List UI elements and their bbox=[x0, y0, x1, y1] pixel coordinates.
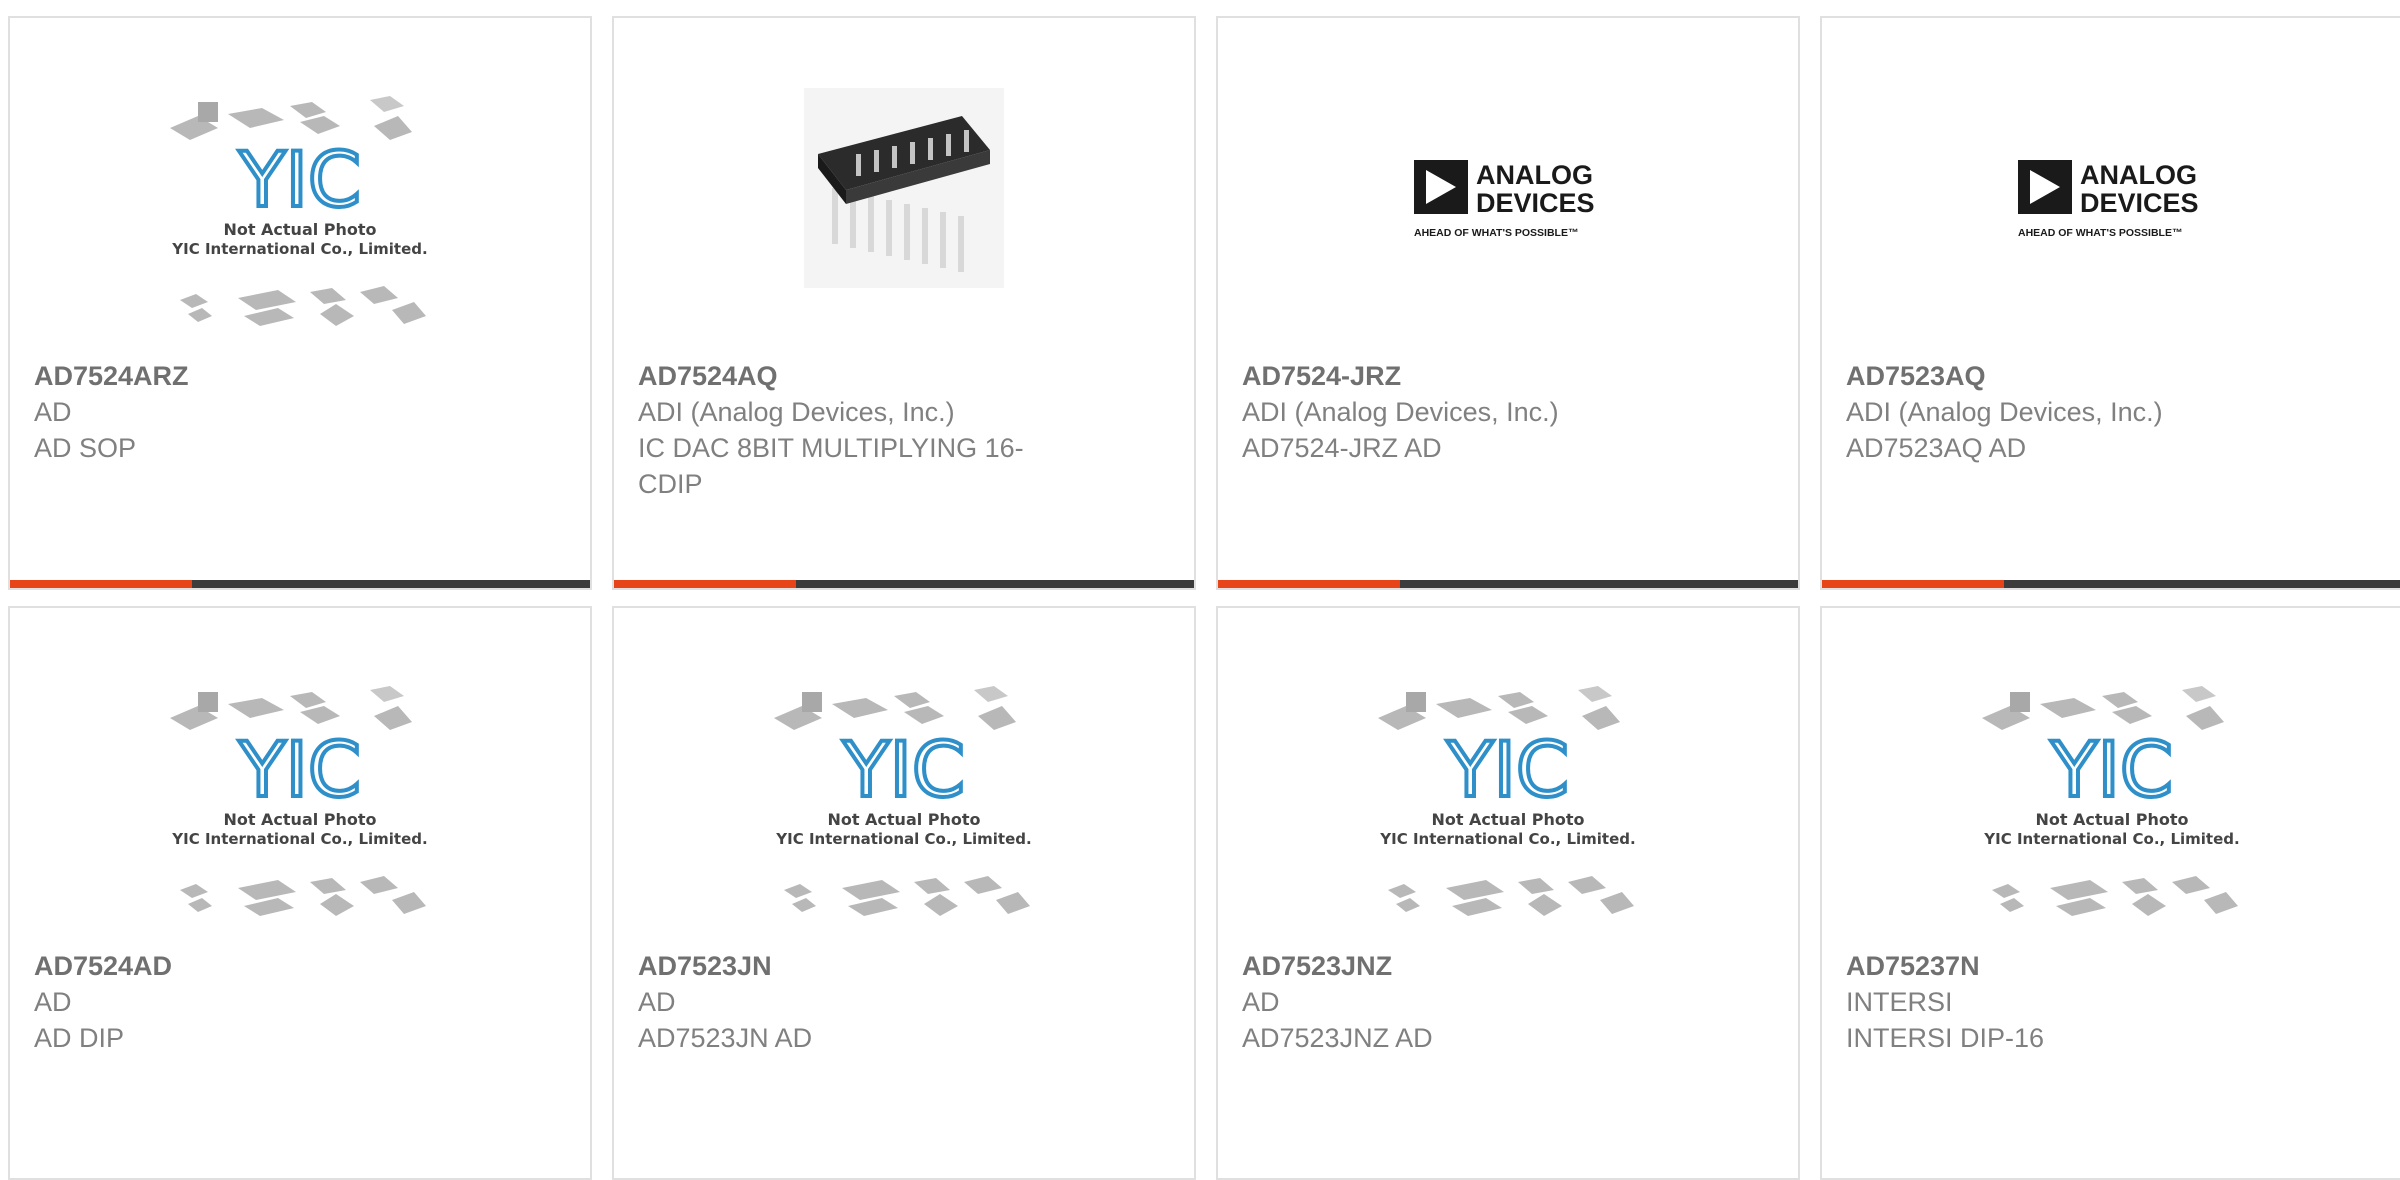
description: AD7523AQ AD bbox=[1846, 433, 2027, 463]
yic-placeholder-image: YIC Not Actual Photo YIC International C… bbox=[1982, 686, 2240, 916]
yic-placeholder-image: YIC Not Actual Photo YIC International C… bbox=[170, 686, 428, 916]
placeholder-line1: Not Actual Photo bbox=[223, 810, 376, 829]
product-image: YIC Not Actual Photo YIC International C… bbox=[10, 678, 590, 918]
card-bar bbox=[614, 580, 1194, 588]
description: AD7523JN AD bbox=[638, 1023, 813, 1053]
product-text: AD7524AD AD AD DIP bbox=[34, 948, 474, 1056]
placeholder-brand: YIC bbox=[1446, 725, 1569, 814]
placeholder-brand: YIC bbox=[238, 725, 361, 814]
description: AD7523JNZ AD bbox=[1242, 1023, 1433, 1053]
product-image: YIC Not Actual Photo YIC International C… bbox=[10, 88, 590, 328]
placeholder-line2: YIC International Co., Limited. bbox=[1379, 830, 1635, 848]
yic-placeholder-image: YIC Not Actual Photo YIC International C… bbox=[1378, 686, 1636, 916]
product-image: YIC Not Actual Photo YIC International C… bbox=[1822, 678, 2400, 918]
placeholder-line1: Not Actual Photo bbox=[223, 220, 376, 239]
card-bar-accent bbox=[1218, 580, 1400, 588]
product-card[interactable]: YIC Not Actual Photo YIC International C… bbox=[1216, 606, 1800, 1180]
product-image: ANALOG DEVICES AHEAD OF WHAT'S POSSIBLE™ bbox=[1218, 88, 1798, 328]
analog-devices-logo: ANALOG DEVICES AHEAD OF WHAT'S POSSIBLE™ bbox=[2018, 160, 2199, 239]
manufacturer: AD bbox=[638, 987, 676, 1017]
placeholder-line2: YIC International Co., Limited. bbox=[171, 240, 427, 258]
manufacturer: ADI (Analog Devices, Inc.) bbox=[638, 397, 955, 427]
card-bar bbox=[1822, 580, 2400, 588]
dip-chip-icon bbox=[804, 88, 1004, 288]
description: IC DAC 8BIT MULTIPLYING 16-CDIP bbox=[638, 433, 1024, 499]
description: AD SOP bbox=[34, 433, 137, 463]
part-number: AD75237N bbox=[1846, 951, 1980, 981]
logo-line1: ANALOG bbox=[2080, 160, 2197, 190]
placeholder-brand: YIC bbox=[842, 725, 965, 814]
product-text: AD7523JN AD AD7523JN AD bbox=[638, 948, 1078, 1056]
manufacturer: AD bbox=[1242, 987, 1280, 1017]
product-text: AD7524AQ ADI (Analog Devices, Inc.) IC D… bbox=[638, 358, 1078, 502]
product-text: AD7524ARZ AD AD SOP bbox=[34, 358, 474, 466]
placeholder-line1: Not Actual Photo bbox=[1431, 810, 1584, 829]
placeholder-line2: YIC International Co., Limited. bbox=[775, 830, 1031, 848]
description: INTERSI DIP-16 bbox=[1846, 1023, 2045, 1053]
product-image bbox=[614, 88, 1194, 328]
logo-line1: ANALOG bbox=[1476, 160, 1593, 190]
logo-line2: DEVICES bbox=[1476, 188, 1595, 218]
product-card[interactable]: ANALOG DEVICES AHEAD OF WHAT'S POSSIBLE™… bbox=[1216, 16, 1800, 590]
analog-devices-logo: ANALOG DEVICES AHEAD OF WHAT'S POSSIBLE™ bbox=[1414, 160, 1595, 239]
product-card[interactable]: YIC Not Actual Photo YIC International C… bbox=[8, 606, 592, 1180]
product-text: AD75237N INTERSI INTERSI DIP-16 bbox=[1846, 948, 2286, 1056]
placeholder-line2: YIC International Co., Limited. bbox=[171, 830, 427, 848]
product-text: AD7523JNZ AD AD7523JNZ AD bbox=[1242, 948, 1682, 1056]
card-bar-accent bbox=[10, 580, 192, 588]
product-text: AD7524-JRZ ADI (Analog Devices, Inc.) AD… bbox=[1242, 358, 1682, 466]
manufacturer: INTERSI bbox=[1846, 987, 1953, 1017]
card-bar-accent bbox=[614, 580, 796, 588]
logo-line2: DEVICES bbox=[2080, 188, 2199, 218]
manufacturer: AD bbox=[34, 397, 72, 427]
product-image: YIC Not Actual Photo YIC International C… bbox=[1218, 678, 1798, 918]
part-number: AD7523AQ bbox=[1846, 361, 1986, 391]
product-grid: YIC Not Actual Photo YIC International C… bbox=[0, 0, 2400, 1180]
product-card[interactable]: YIC Not Actual Photo YIC International C… bbox=[1820, 606, 2400, 1180]
manufacturer: AD bbox=[34, 987, 72, 1017]
card-bar-accent bbox=[1822, 580, 2004, 588]
description: AD DIP bbox=[34, 1023, 125, 1053]
logo-tagline: AHEAD OF WHAT'S POSSIBLE™ bbox=[2018, 227, 2182, 239]
product-card[interactable]: AD7524AQ ADI (Analog Devices, Inc.) IC D… bbox=[612, 16, 1196, 590]
part-number: AD7523JN bbox=[638, 951, 772, 981]
yic-placeholder-image: YIC Not Actual Photo YIC International C… bbox=[774, 686, 1032, 916]
placeholder-line1: Not Actual Photo bbox=[827, 810, 980, 829]
logo-tagline: AHEAD OF WHAT'S POSSIBLE™ bbox=[1414, 227, 1578, 239]
placeholder-line2: YIC International Co., Limited. bbox=[1983, 830, 2239, 848]
product-text: AD7523AQ ADI (Analog Devices, Inc.) AD75… bbox=[1846, 358, 2286, 466]
product-image: ANALOG DEVICES AHEAD OF WHAT'S POSSIBLE™ bbox=[1822, 88, 2400, 328]
placeholder-brand: YIC bbox=[2050, 725, 2173, 814]
part-number: AD7524AQ bbox=[638, 361, 778, 391]
part-number: AD7524-JRZ bbox=[1242, 361, 1402, 391]
description: AD7524-JRZ AD bbox=[1242, 433, 1442, 463]
manufacturer: ADI (Analog Devices, Inc.) bbox=[1242, 397, 1559, 427]
yic-placeholder-image: YIC Not Actual Photo YIC International C… bbox=[170, 96, 428, 326]
placeholder-brand: YIC bbox=[238, 135, 361, 224]
card-bar bbox=[1218, 580, 1798, 588]
product-card[interactable]: ANALOG DEVICES AHEAD OF WHAT'S POSSIBLE™… bbox=[1820, 16, 2400, 590]
product-card[interactable]: YIC Not Actual Photo YIC International C… bbox=[612, 606, 1196, 1180]
manufacturer: ADI (Analog Devices, Inc.) bbox=[1846, 397, 2163, 427]
part-number: AD7524AD bbox=[34, 951, 173, 981]
part-number: AD7524ARZ bbox=[34, 361, 189, 391]
placeholder-line1: Not Actual Photo bbox=[2035, 810, 2188, 829]
product-card[interactable]: YIC Not Actual Photo YIC International C… bbox=[8, 16, 592, 590]
card-bar bbox=[10, 580, 590, 588]
part-number: AD7523JNZ bbox=[1242, 951, 1393, 981]
product-image: YIC Not Actual Photo YIC International C… bbox=[614, 678, 1194, 918]
